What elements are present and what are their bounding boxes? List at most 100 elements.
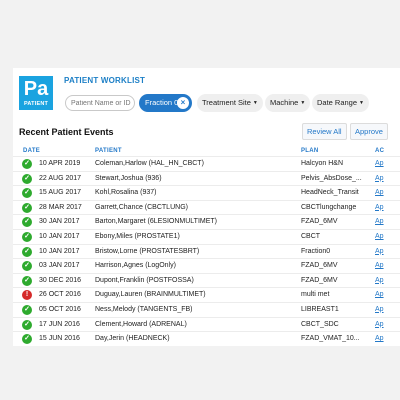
- table-row[interactable]: ✓ 05 OCT 2016 Ness,Melody (TANGENTS_FB) …: [13, 301, 400, 317]
- logo-letters: Pa: [23, 78, 49, 100]
- patient-name: Duguay,Lauren (BRAINMULTIMET): [95, 291, 206, 299]
- worklist-panel: Pa PATIENT PATIENT WORKLIST Fraction 0 ×…: [13, 68, 400, 346]
- check-circle-icon: ✓: [22, 159, 32, 169]
- approve-link[interactable]: Ap: [375, 175, 384, 182]
- check-circle-icon: ✓: [22, 217, 32, 228]
- treatment-site-label: Treatment Site: [202, 98, 251, 107]
- review-all-button[interactable]: Review All: [302, 123, 347, 140]
- check-circle-icon: ✓: [22, 188, 32, 199]
- event-date: 10 JAN 2017: [39, 247, 80, 255]
- event-date: 30 JAN 2017: [39, 218, 80, 226]
- date-range-dropdown[interactable]: Date Range ▼: [312, 94, 369, 112]
- approve-link[interactable]: Ap: [375, 262, 384, 269]
- approve-link[interactable]: Ap: [375, 248, 384, 255]
- event-date: 15 AUG 2017: [39, 189, 82, 197]
- table-row[interactable]: ✓ 10 JAN 2017 Ebony,Miles (PROSTATE1) CB…: [13, 228, 400, 244]
- patient-name: Bristow,Lorne (PROSTATESBRT): [95, 247, 200, 255]
- approve-link[interactable]: Ap: [375, 218, 384, 225]
- close-icon[interactable]: ×: [177, 97, 189, 109]
- table-row[interactable]: ✓ 15 AUG 2017 Kohl,Rosalina (937) HeadNe…: [13, 185, 400, 200]
- plan-name: Fraction0: [301, 247, 331, 255]
- table-row[interactable]: ✓ 28 MAR 2017 Garrett,Chance (CBCTLUNG) …: [13, 199, 400, 215]
- event-date: 17 JUN 2016: [39, 320, 80, 328]
- plan-name: Halcyon H&N: [301, 160, 344, 167]
- table-row[interactable]: ✓ 22 AUG 2017 Stewart,Joshua (936) Pelvi…: [13, 170, 400, 186]
- section-title: Recent Patient Events: [19, 127, 114, 137]
- column-header-plan[interactable]: PLAN: [301, 148, 319, 154]
- plan-name: LIBREAST1: [301, 305, 339, 313]
- table-row[interactable]: ✓ 15 JUN 2016 Day,Jerin (HEADNECK) FZAD_…: [13, 331, 400, 346]
- check-circle-icon: ✓: [22, 275, 32, 286]
- patient-name: Clement,Howard (ADRENAL): [95, 320, 187, 328]
- events-table: ✓ 10 APR 2019 Coleman,Harlow (HAL_HN_CBC…: [13, 156, 400, 346]
- plan-name: HeadNeck_Transit: [301, 189, 359, 197]
- event-date: 10 JAN 2017: [39, 232, 80, 240]
- chevron-down-icon: ▼: [252, 100, 258, 107]
- table-row[interactable]: ✓ 03 JAN 2017 Harrison,Agnes (LogOnly) F…: [13, 258, 400, 273]
- app-logo: Pa PATIENT: [19, 76, 53, 110]
- table-row[interactable]: ✓ 17 JUN 2016 Clement,Howard (ADRENAL) C…: [13, 316, 400, 332]
- machine-dropdown[interactable]: Machine ▼: [265, 94, 311, 112]
- patient-name: Stewart,Joshua (936): [95, 174, 162, 182]
- chevron-down-icon: ▼: [359, 100, 364, 107]
- patient-name: Dupont,Franklin (POSTFOSSA): [95, 276, 194, 284]
- approve-link[interactable]: Ap: [375, 189, 384, 196]
- patient-name: Kohl,Rosalina (937): [95, 189, 157, 197]
- event-date: 30 DEC 2016: [39, 276, 82, 284]
- table-row[interactable]: ✓ 30 DEC 2016 Dupont,Franklin (POSTFOSSA…: [13, 272, 400, 288]
- check-circle-icon: ✓: [22, 173, 32, 184]
- alert-circle-icon: !: [22, 290, 32, 301]
- approve-link[interactable]: Ap: [375, 321, 384, 328]
- machine-label: Machine: [270, 98, 299, 107]
- check-circle-icon: ✓: [22, 231, 32, 242]
- treatment-site-dropdown[interactable]: Treatment Site ▼: [197, 94, 263, 112]
- event-date: 05 OCT 2016: [39, 305, 81, 313]
- patient-name: Harrison,Agnes (LogOnly): [95, 262, 176, 270]
- plan-name: FZAD_6MV: [301, 276, 338, 284]
- approve-link[interactable]: Ap: [375, 306, 384, 313]
- check-circle-icon: ✓: [22, 304, 32, 315]
- approve-link[interactable]: Ap: [375, 277, 384, 284]
- column-header-action[interactable]: AC: [375, 148, 384, 154]
- check-circle-icon: ✓: [22, 334, 32, 345]
- column-header-date[interactable]: DATE: [23, 148, 40, 154]
- filter-chip-label: Fraction 0: [145, 98, 179, 107]
- event-date: 28 MAR 2017: [39, 203, 82, 211]
- table-row[interactable]: ! 26 OCT 2016 Duguay,Lauren (BRAINMULTIM…: [13, 287, 400, 302]
- patient-name: Day,Jerin (HEADNECK): [95, 335, 170, 343]
- table-row[interactable]: ✓ 10 APR 2019 Coleman,Harlow (HAL_HN_CBC…: [13, 156, 400, 171]
- event-date: 26 OCT 2016: [39, 291, 81, 299]
- event-date: 15 JUN 2016: [39, 335, 80, 343]
- event-date: 22 AUG 2017: [39, 174, 82, 182]
- column-header-patient[interactable]: PATIENT: [95, 148, 122, 154]
- check-circle-icon: ✓: [22, 319, 32, 330]
- patient-name: Barton,Margaret (6LESIONMULTIMET): [95, 218, 218, 226]
- check-circle-icon: ✓: [22, 261, 32, 272]
- patient-name: Coleman,Harlow (HAL_HN_CBCT): [95, 160, 204, 167]
- event-date: 10 APR 2019: [39, 160, 81, 167]
- approve-link[interactable]: Ap: [375, 233, 384, 240]
- plan-name: multi met: [301, 291, 330, 299]
- table-row[interactable]: ✓ 10 JAN 2017 Bristow,Lorne (PROSTATESBR…: [13, 243, 400, 259]
- chevron-down-icon: ▼: [300, 100, 306, 107]
- patient-name: Ebony,Miles (PROSTATE1): [95, 232, 180, 240]
- approve-button[interactable]: Approve: [350, 123, 388, 140]
- patient-name: Ness,Melody (TANGENTS_FB): [95, 305, 193, 313]
- logo-subtitle: PATIENT: [23, 101, 49, 107]
- plan-name: FZAD_6MV: [301, 262, 338, 270]
- table-row[interactable]: ✓ 30 JAN 2017 Barton,Margaret (6LESIONMU…: [13, 214, 400, 229]
- patient-name: Garrett,Chance (CBCTLUNG): [95, 203, 188, 211]
- check-circle-icon: ✓: [22, 202, 32, 213]
- plan-name: Pelvis_AbsDose_...: [301, 174, 362, 182]
- plan-name: CBCTlungchange: [301, 203, 357, 211]
- search-input[interactable]: [65, 95, 135, 111]
- filter-chip-fraction[interactable]: Fraction 0 ×: [139, 94, 192, 112]
- plan-name: CBCT: [301, 232, 321, 240]
- approve-link[interactable]: Ap: [375, 204, 384, 211]
- event-date: 03 JAN 2017: [39, 262, 80, 270]
- approve-link[interactable]: Ap: [375, 160, 384, 167]
- check-circle-icon: ✓: [22, 246, 32, 257]
- plan-name: FZAD_VMAT_10...: [301, 335, 360, 343]
- approve-link[interactable]: Ap: [375, 335, 384, 342]
- approve-link[interactable]: Ap: [375, 291, 384, 298]
